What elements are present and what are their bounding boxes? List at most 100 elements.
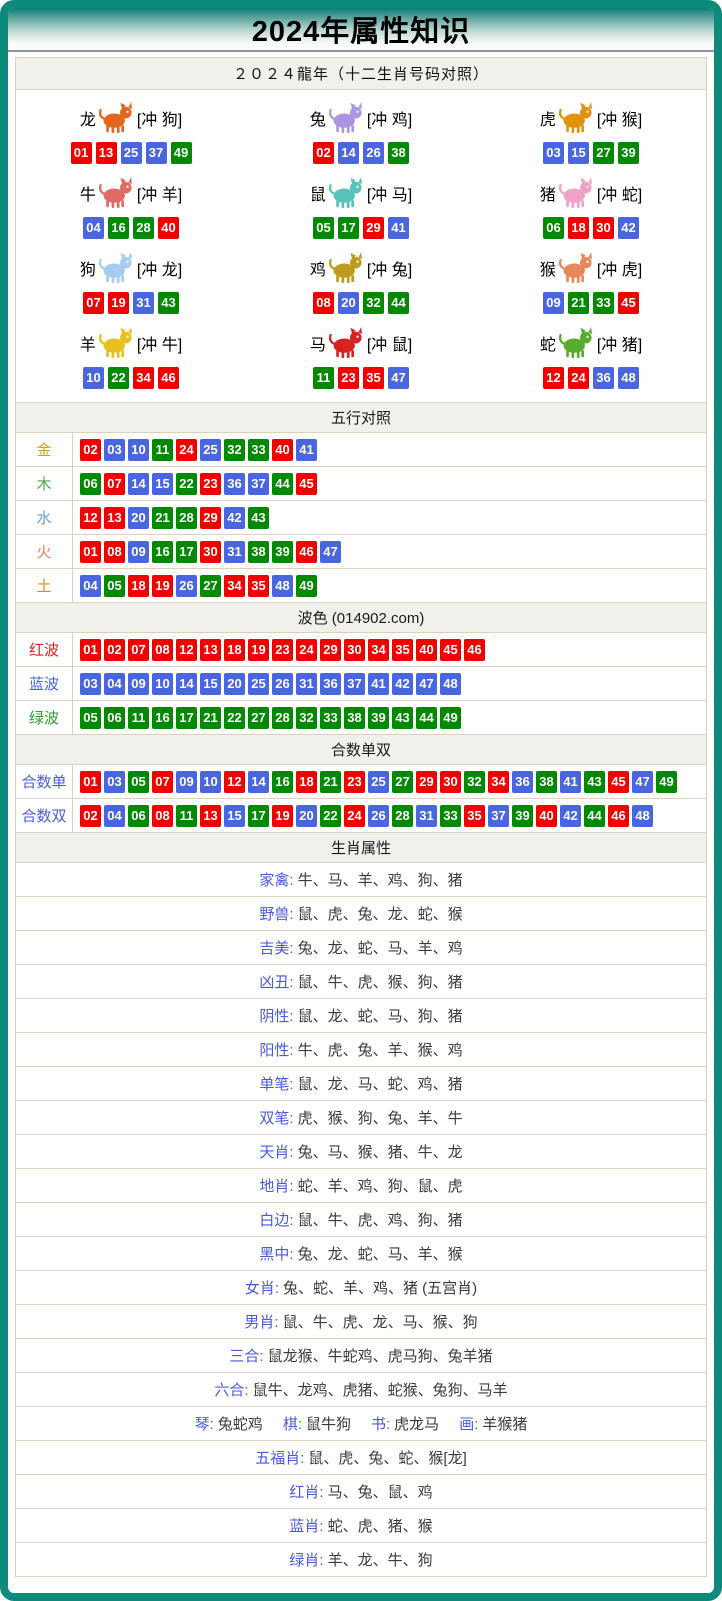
zodiac-clash-label: [冲 猴] [597, 106, 642, 130]
zodiac-clash-label: [冲 龙] [137, 256, 182, 280]
number-ball: 08 [152, 805, 173, 827]
number-ball: 37 [146, 142, 167, 164]
zodiac-cell: 猴[冲 虎]09213345 [476, 244, 706, 319]
number-ball: 28 [176, 507, 197, 529]
attribute-value: 虎龙马 [394, 1416, 439, 1433]
number-ball: 13 [96, 142, 117, 164]
number-ball: 21 [568, 292, 589, 314]
number-ball: 16 [152, 707, 173, 729]
number-ball: 24 [568, 367, 589, 389]
number-ball: 44 [416, 707, 437, 729]
number-ball: 09 [128, 541, 149, 563]
number-ball: 24 [176, 439, 197, 461]
wuxing-row: 木06071415222336374445 [16, 466, 706, 500]
attribute-row: 五福肖:鼠、虎、兔、蛇、猴[龙] [16, 1440, 706, 1474]
attribute-value: 鼠龙猴、牛蛇鸡、虎马狗、兔羊猪 [268, 1348, 493, 1365]
number-ball: 12 [176, 639, 197, 661]
number-ball: 41 [560, 771, 581, 793]
zodiac-animal-label: 鼠 [310, 181, 326, 205]
zodiac-cell: 鼠[冲 马]05172941 [246, 169, 476, 244]
number-ball: 38 [388, 142, 409, 164]
number-ball: 12 [224, 771, 245, 793]
number-ball: 45 [608, 771, 629, 793]
zodiac-animal-label: 猪 [540, 181, 556, 205]
attribute-label: 三合: [229, 1348, 263, 1365]
zodiac-cell-header: 兔[冲 鸡] [246, 97, 476, 139]
number-ball: 04 [80, 575, 101, 597]
row-label: 绿波 [16, 701, 73, 734]
number-ball: 49 [296, 575, 317, 597]
attribute-pair: 阴性:鼠、龙、蛇、马、狗、猪 [259, 1005, 462, 1026]
zodiac-number-row: 07193143 [16, 292, 246, 314]
wuxing-row: 土04051819262734354849 [16, 568, 706, 602]
number-ball: 43 [248, 507, 269, 529]
number-ball: 01 [80, 541, 101, 563]
number-ball: 18 [568, 217, 589, 239]
number-ball: 16 [108, 217, 129, 239]
number-ball: 25 [248, 673, 269, 695]
row-number-balls: 0108091617303138394647 [73, 535, 706, 568]
number-ball: 48 [618, 367, 639, 389]
attribute-pair: 凶丑:鼠、牛、虎、猴、狗、猪 [259, 971, 462, 992]
number-ball: 25 [200, 439, 221, 461]
number-ball: 49 [171, 142, 192, 164]
attribute-value: 马、兔、鼠、鸡 [328, 1484, 433, 1501]
attribute-label: 天肖: [259, 1144, 293, 1161]
number-ball: 03 [104, 771, 125, 793]
attribute-pair: 地肖:蛇、羊、鸡、狗、鼠、虎 [259, 1175, 462, 1196]
attribute-label: 白边: [259, 1212, 293, 1229]
number-ball: 17 [338, 217, 359, 239]
zodiac-number-row: 06183042 [476, 217, 706, 239]
attribute-value: 鼠牛、龙鸡、虎猪、蛇猴、兔狗、马羊 [253, 1382, 508, 1399]
ox-icon [98, 177, 134, 209]
attribute-value: 鼠、牛、虎、龙、马、猴、狗 [283, 1314, 478, 1331]
zodiac-number-row: 11233547 [246, 367, 476, 389]
number-ball: 13 [200, 805, 221, 827]
number-ball: 07 [104, 473, 125, 495]
attribute-label: 野兽: [259, 906, 293, 923]
number-ball: 41 [388, 217, 409, 239]
row-number-balls: 0204060811131517192022242628313335373940… [73, 799, 706, 832]
attribute-row: 白边:鼠、牛、虎、鸡、狗、猪 [16, 1202, 706, 1236]
attribute-value: 兔蛇鸡 [218, 1416, 263, 1433]
number-ball: 13 [200, 639, 221, 661]
zodiac-clash-label: [冲 牛] [137, 331, 182, 355]
horse-icon [328, 327, 364, 359]
number-ball: 47 [320, 541, 341, 563]
attribute-row: 吉美:兔、龙、蛇、马、羊、鸡 [16, 930, 706, 964]
wuxing-row: 水1213202128294243 [16, 500, 706, 534]
zodiac-number-row: 03152739 [476, 142, 706, 164]
attribute-pair: 单笔:鼠、龙、马、蛇、鸡、猪 [259, 1073, 462, 1094]
zodiac-animal-label: 牛 [80, 181, 96, 205]
number-ball: 39 [368, 707, 389, 729]
number-ball: 22 [108, 367, 129, 389]
attribute-row: 凶丑:鼠、牛、虎、猴、狗、猪 [16, 964, 706, 998]
number-ball: 43 [158, 292, 179, 314]
number-ball: 01 [71, 142, 92, 164]
section-header-wuxing: 五行对照 [16, 402, 706, 432]
main-panel: ２０２４龍年（十二生肖号码对照） 龙[冲 狗]0113253749兔[冲 鸡]0… [15, 57, 707, 1577]
attribute-value: 兔、马、猴、猪、牛、龙 [298, 1144, 463, 1161]
number-ball: 27 [200, 575, 221, 597]
zodiac-cell-header: 牛[冲 羊] [16, 172, 246, 214]
number-ball: 35 [248, 575, 269, 597]
number-ball: 48 [632, 805, 653, 827]
number-ball: 42 [618, 217, 639, 239]
number-ball: 36 [593, 367, 614, 389]
wuxing-row: 金02031011242532334041 [16, 432, 706, 466]
attribute-row: 地肖:蛇、羊、鸡、狗、鼠、虎 [16, 1168, 706, 1202]
number-ball: 30 [344, 639, 365, 661]
number-ball: 29 [320, 639, 341, 661]
rooster-icon [328, 252, 364, 284]
section-header-shengxiao: 生肖属性 [16, 832, 706, 862]
zodiac-clash-label: [冲 鸡] [367, 106, 412, 130]
row-label: 合数双 [16, 799, 73, 832]
number-ball: 44 [584, 805, 605, 827]
zodiac-cell: 龙[冲 狗]0113253749 [16, 94, 246, 169]
number-ball: 36 [320, 673, 341, 695]
number-ball: 06 [80, 473, 101, 495]
number-ball: 43 [584, 771, 605, 793]
number-ball: 17 [176, 541, 197, 563]
bose-row: 绿波05061116172122272832333839434449 [16, 700, 706, 734]
number-ball: 12 [80, 507, 101, 529]
